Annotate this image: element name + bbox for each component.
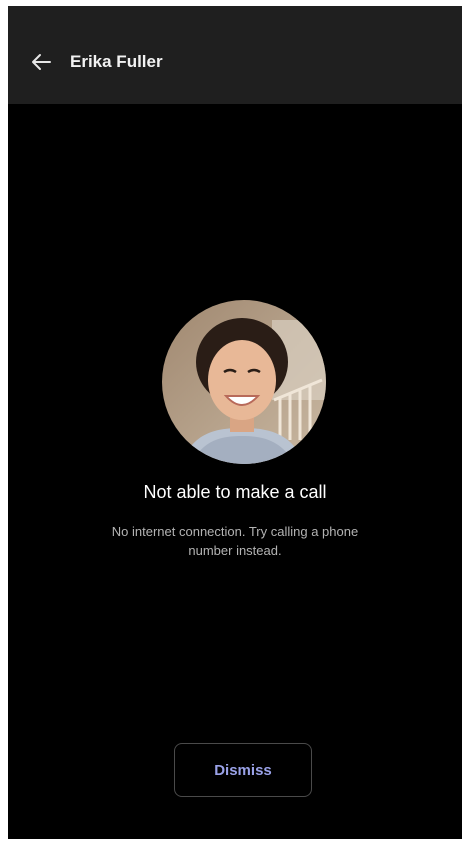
- app-header: Erika Fuller: [8, 6, 462, 104]
- contact-name: Erika Fuller: [70, 52, 163, 71]
- contact-avatar: [162, 300, 326, 464]
- call-error-message: No internet connection. Try calling a ph…: [111, 524, 359, 558]
- call-screen: Erika Fuller Not able to make a call No …: [8, 6, 462, 839]
- dismiss-button[interactable]: Dismiss: [174, 743, 312, 797]
- call-error-title: Not able to make a call: [143, 482, 327, 502]
- arrow-left-icon: [32, 54, 51, 70]
- back-button[interactable]: [28, 50, 56, 74]
